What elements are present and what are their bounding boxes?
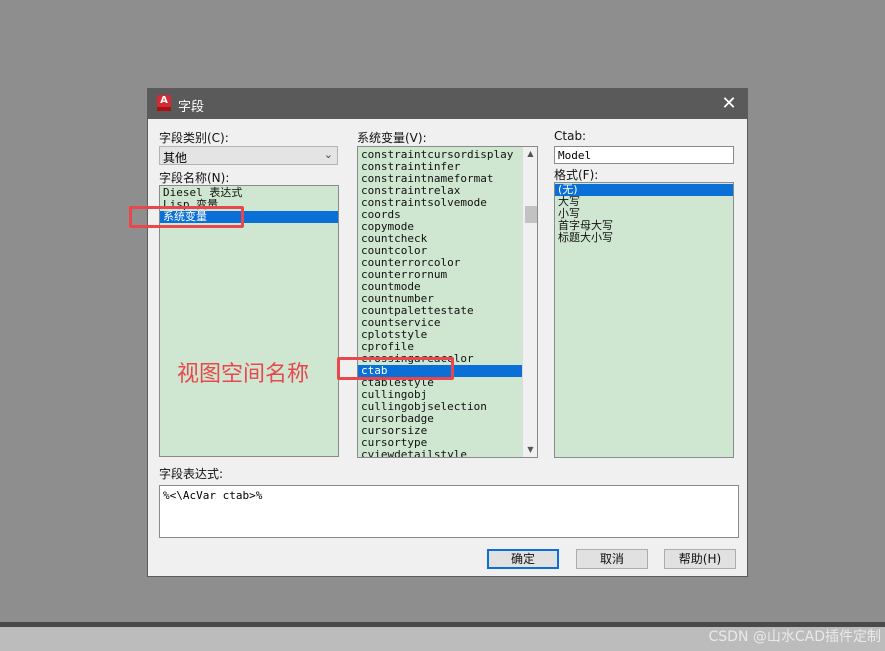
expression-label: 字段表达式: xyxy=(159,467,224,481)
ok-button[interactable]: 确定 xyxy=(487,549,559,569)
scroll-thumb[interactable] xyxy=(525,206,537,223)
scroll-up-arrow[interactable]: ▲ xyxy=(523,147,537,161)
ctab-label: Ctab: xyxy=(554,129,587,143)
help-button[interactable]: 帮助(H) xyxy=(664,549,736,569)
expression-value: %<\AcVar ctab>% xyxy=(163,489,263,502)
highlight-box-system-vars xyxy=(129,206,244,228)
annotation-text: 视图空间名称 xyxy=(177,362,310,387)
field-category-label: 字段类别(C): xyxy=(159,131,229,145)
format-item[interactable]: 标题大小写 xyxy=(555,232,733,244)
system-vars-list[interactable]: constraintcursordisplay constraintinfer co… xyxy=(357,146,538,458)
field-category-select[interactable]: 其他 ⌄ xyxy=(159,146,338,165)
format-list[interactable]: (无) 大写 小写 首字母大写 标题大小写 xyxy=(554,182,734,458)
close-icon[interactable]: ✕ xyxy=(717,92,741,116)
ctab-value: Model xyxy=(558,149,592,162)
dialog-titlebar[interactable]: A 字段 ✕ xyxy=(148,89,747,119)
watermark: CSDN @山水CAD插件定制 xyxy=(708,629,882,645)
chevron-down-icon: ⌄ xyxy=(323,148,333,161)
format-item[interactable]: 大写 xyxy=(555,196,733,208)
system-vars-label: 系统变量(V): xyxy=(357,131,427,145)
cancel-button[interactable]: 取消 xyxy=(576,549,648,569)
ctab-value-field: Model xyxy=(554,146,734,164)
field-names-label: 字段名称(N): xyxy=(159,171,230,185)
format-item[interactable]: (无) xyxy=(555,184,733,196)
highlight-box-ctab xyxy=(337,357,454,380)
field-dialog: A 字段 ✕ 字段类别(C): 其他 ⌄ 字段名称(N): Diesel 表达式… xyxy=(147,88,748,577)
system-var-item[interactable]: cviewdetailstyle xyxy=(358,449,522,458)
dialog-title: 字段 xyxy=(178,100,205,115)
system-vars-scrollbar[interactable]: ▲ ▼ xyxy=(522,147,537,457)
field-category-value: 其他 xyxy=(163,151,188,165)
format-label: 格式(F): xyxy=(554,168,599,182)
autocad-app-icon: A xyxy=(157,95,171,111)
scroll-down-arrow[interactable]: ▼ xyxy=(523,443,537,457)
expression-field[interactable]: %<\AcVar ctab>% xyxy=(159,485,739,538)
